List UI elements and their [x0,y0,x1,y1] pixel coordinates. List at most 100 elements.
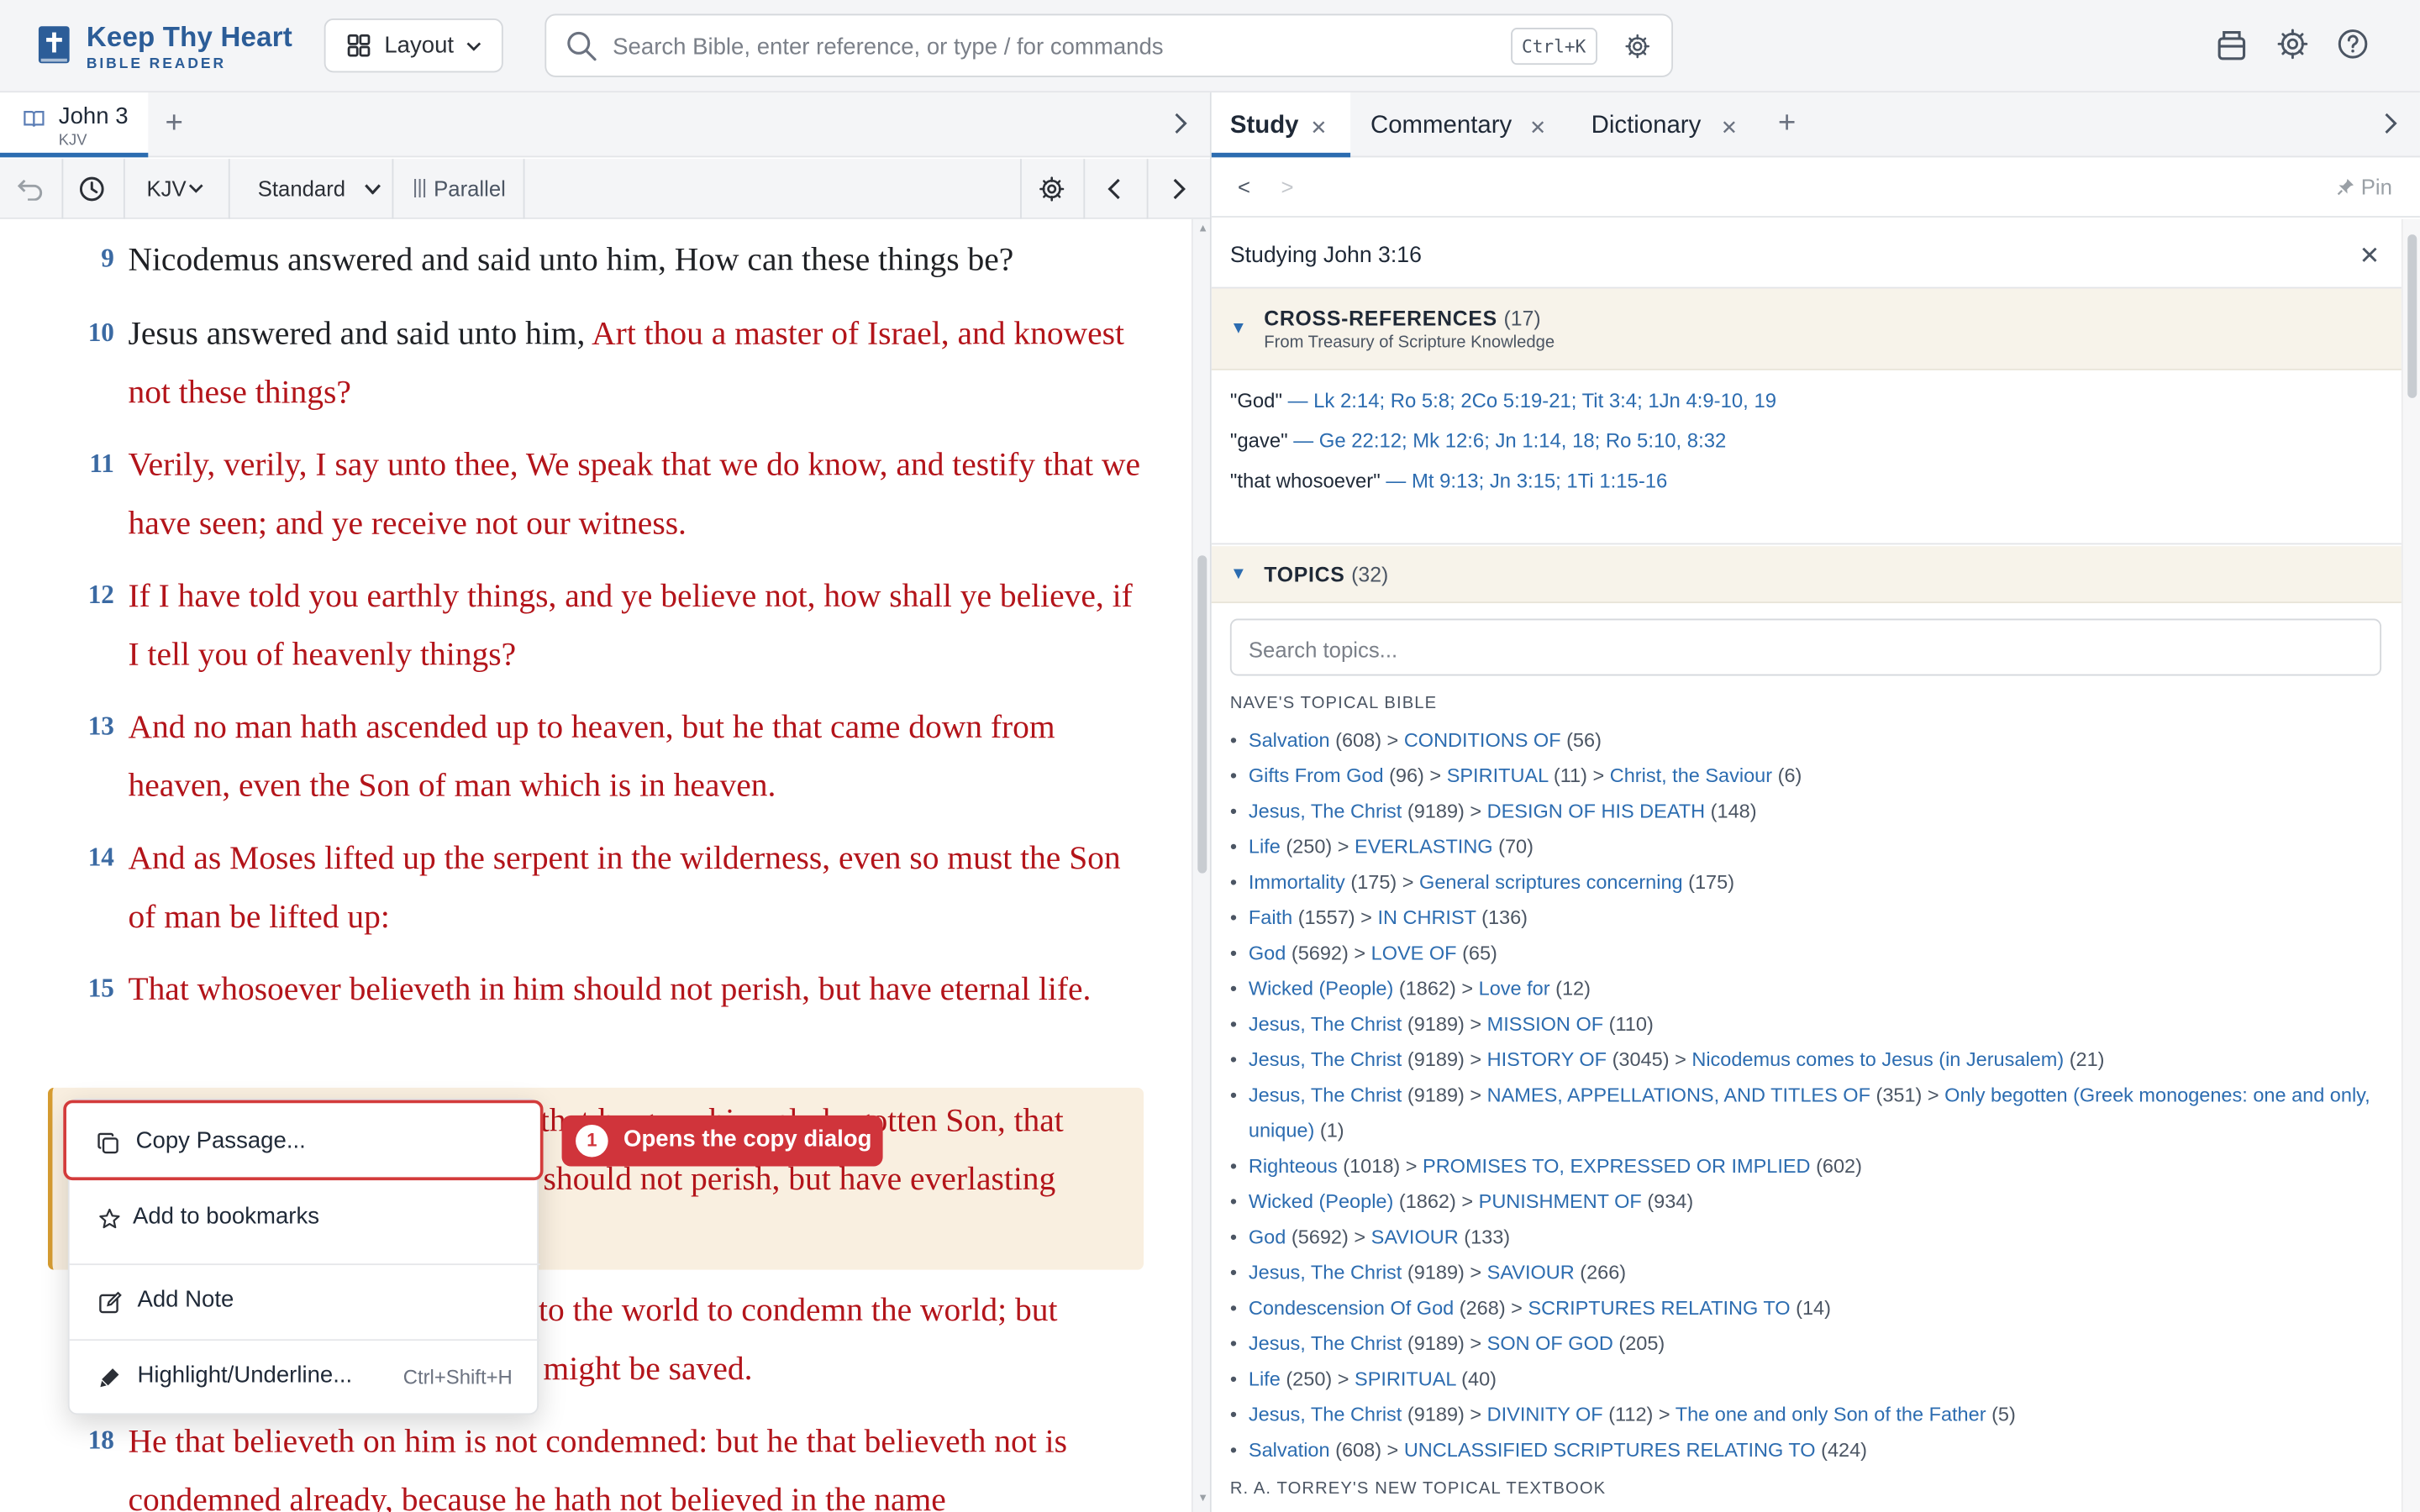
topic-item[interactable]: God (5692) > LOVE OF (65) [1230,935,2372,970]
topic-link[interactable]: Immortality [1249,870,1345,894]
topic-item[interactable]: Jesus, The Christ (9189) > DIVINITY OF (… [1230,1396,2372,1431]
topic-link[interactable]: Life [1249,1367,1281,1390]
reader-scrollbar[interactable]: ▲ ▼ [1191,218,1210,1512]
topic-item[interactable]: Immortality (175) > General scriptures c… [1230,864,2372,900]
topic-item[interactable]: Life (250) > SPIRITUAL (40) [1230,1361,2372,1396]
topic-link[interactable]: SPIRITUAL [1447,764,1549,787]
topic-link[interactable]: The one and only Son of the Father [1676,1403,1986,1426]
forward-button[interactable]: > [1281,175,1293,199]
topic-link[interactable]: Jesus, The Christ [1249,1012,1402,1036]
xref-links[interactable]: Ge 22:12; Mk 12:6; Jn 1:14, 18; Ro 5:10,… [1319,429,1727,453]
topic-link[interactable]: Christ, the Saviour [1610,764,1772,787]
search-input[interactable] [613,28,1477,66]
topic-link[interactable]: Nicodemus comes to Jesus (in Jerusalem) [1691,1047,2064,1071]
topic-item[interactable]: Jesus, The Christ (9189) > DESIGN OF HIS… [1230,793,2372,828]
topic-link[interactable]: Gifts From God [1249,764,1384,787]
pin-button[interactable]: Pin [2337,175,2392,199]
history-clock-icon[interactable] [79,176,105,202]
cross-references-header[interactable]: ▼ CROSS-REFERENCES (17) From Treasury of… [1211,288,2402,370]
search-settings-icon[interactable] [1623,33,1651,60]
topic-item[interactable]: Jesus, The Christ (9189) > MISSION OF (1… [1230,1006,2372,1042]
topic-link[interactable]: SCRIPTURES RELATING TO [1528,1296,1790,1320]
undo-icon[interactable] [17,176,43,201]
library-icon[interactable] [2217,28,2248,61]
topic-link[interactable]: General scriptures concerning [1419,870,1683,894]
study-scroll-thumb[interactable] [2407,234,2417,398]
tab-commentary[interactable]: Commentary ✕ [1352,92,1571,157]
topic-link[interactable]: Faith [1249,906,1292,929]
topic-link[interactable]: Righteous [1249,1154,1338,1178]
topic-item[interactable]: Condescension Of God (268) > SCRIPTURES … [1230,1289,2372,1325]
topic-item[interactable]: Jesus, The Christ (9189) > NAMES, APPELL… [1230,1077,2372,1147]
tab-study[interactable]: Study ✕ [1211,92,1351,158]
topic-link[interactable]: HISTORY OF [1487,1047,1607,1071]
xref-links[interactable]: Lk 2:14; Ro 5:8; 2Co 5:19-21; Tit 3:4; 1… [1313,389,1776,412]
settings-gear-icon[interactable] [2276,28,2309,60]
tab-dictionary[interactable]: Dictionary ✕ [1573,92,1755,157]
topic-link[interactable]: Jesus, The Christ [1249,1403,1402,1426]
topic-item[interactable]: God (5692) > SAVIOUR (133) [1230,1219,2372,1254]
back-button[interactable]: < [1238,175,1250,199]
topic-item[interactable]: Jesus, The Christ (9189) > SAVIOUR (266) [1230,1254,2372,1289]
add-tab-button[interactable]: + [166,108,183,139]
study-scrollbar[interactable] [2401,218,2420,1512]
previous-chapter-icon[interactable] [1107,177,1122,201]
topic-link[interactable]: SAVIOUR [1371,1225,1459,1248]
cross-reference-item[interactable]: "that whosoever" — Mt 9:13; Jn 3:15; 1Ti… [1230,469,1668,492]
app-logo[interactable]: Keep Thy Heart BIBLE READER [37,22,292,72]
cross-reference-item[interactable]: "gave" — Ge 22:12; Mk 12:6; Jn 1:14, 18;… [1230,429,1726,453]
tab-john-3[interactable]: John 3 KJV [0,92,149,158]
global-search[interactable]: Ctrl+K [544,13,1673,77]
topic-link[interactable]: PUNISHMENT OF [1479,1189,1642,1213]
chevron-right-icon[interactable] [1173,111,1188,135]
topic-link[interactable]: Jesus, The Christ [1249,1083,1402,1106]
topic-link[interactable]: SON OF GOD [1487,1331,1613,1355]
topic-link[interactable]: Jesus, The Christ [1249,799,1402,822]
xref-links[interactable]: Mt 9:13; Jn 3:15; 1Ti 1:15-16 [1412,469,1667,492]
topic-search[interactable] [1229,618,2382,676]
copy-passage-menu-item[interactable]: Copy Passage... [63,1100,544,1181]
topic-link[interactable]: SAVIOUR [1487,1261,1575,1284]
topic-item[interactable]: Life (250) > EVERLASTING (70) [1230,828,2372,864]
topic-item[interactable]: Wicked (People) (1862) > Love for (12) [1230,970,2372,1005]
topic-item[interactable]: Jesus, The Christ (9189) > HISTORY OF (3… [1230,1042,2372,1077]
topic-item[interactable]: Salvation (608) > CONDITIONS OF (56) [1230,722,2372,758]
close-icon[interactable]: ✕ [2360,241,2381,272]
topic-link[interactable]: Jesus, The Christ [1249,1261,1402,1284]
topic-link[interactable]: MISSION OF [1487,1012,1603,1036]
topic-link[interactable]: EVERLASTING [1355,835,1493,858]
topic-link[interactable]: Salvation [1249,728,1330,752]
topic-item[interactable]: Jesus, The Christ (9189) > SON OF GOD (2… [1230,1326,2372,1361]
topic-link[interactable]: Life [1249,835,1281,858]
topic-search-input[interactable] [1248,633,2329,665]
highlight-menu-item[interactable]: Highlight/Underline... Ctrl+Shift+H [70,1341,540,1415]
close-icon[interactable]: ✕ [1310,116,1327,140]
topic-item[interactable]: Righteous (1018) > PROMISES TO, EXPRESSE… [1230,1148,2372,1184]
topic-link[interactable]: IN CHRIST [1377,906,1476,929]
topic-link[interactable]: Wicked (People) [1249,977,1393,1000]
topic-link[interactable]: DIVINITY OF [1487,1403,1603,1426]
next-chapter-icon[interactable] [1171,177,1186,201]
topics-header[interactable]: ▼ TOPICS (32) [1211,546,2402,604]
close-icon[interactable]: ✕ [1529,116,1546,140]
reader-settings-icon[interactable] [1039,176,1065,202]
topic-item[interactable]: Salvation (608) > UNCLASSIFIED SCRIPTURE… [1230,1431,2372,1467]
help-icon[interactable] [2337,28,2370,60]
topic-link[interactable]: God [1249,1225,1286,1248]
add-tab-button[interactable]: + [1778,108,1796,139]
topic-link[interactable]: DESIGN OF HIS DEATH [1487,799,1705,822]
topic-item[interactable]: Wicked (People) (1862) > PUNISHMENT OF (… [1230,1184,2372,1219]
topic-link[interactable]: NAMES, APPELLATIONS, AND TITLES OF [1487,1083,1870,1106]
topic-link[interactable]: Jesus, The Christ [1249,1047,1402,1071]
close-icon[interactable]: ✕ [1721,116,1738,140]
topic-link[interactable]: PROMISES TO, EXPRESSED OR IMPLIED [1423,1154,1810,1178]
topic-link[interactable]: Condescension Of God [1249,1296,1454,1320]
topic-link[interactable]: Wicked (People) [1249,1189,1393,1213]
reader-scroll-thumb[interactable] [1197,555,1207,874]
topic-link[interactable]: LOVE OF [1371,941,1457,964]
topic-item[interactable]: Faith (1557) > IN CHRIST (136) [1230,900,2372,935]
layout-button[interactable]: Layout [324,18,503,73]
cross-reference-item[interactable]: "God" — Lk 2:14; Ro 5:8; 2Co 5:19-21; Ti… [1230,389,1776,412]
topic-link[interactable]: CONDITIONS OF [1404,728,1561,752]
add-note-menu-item[interactable]: Add Note [70,1265,540,1339]
